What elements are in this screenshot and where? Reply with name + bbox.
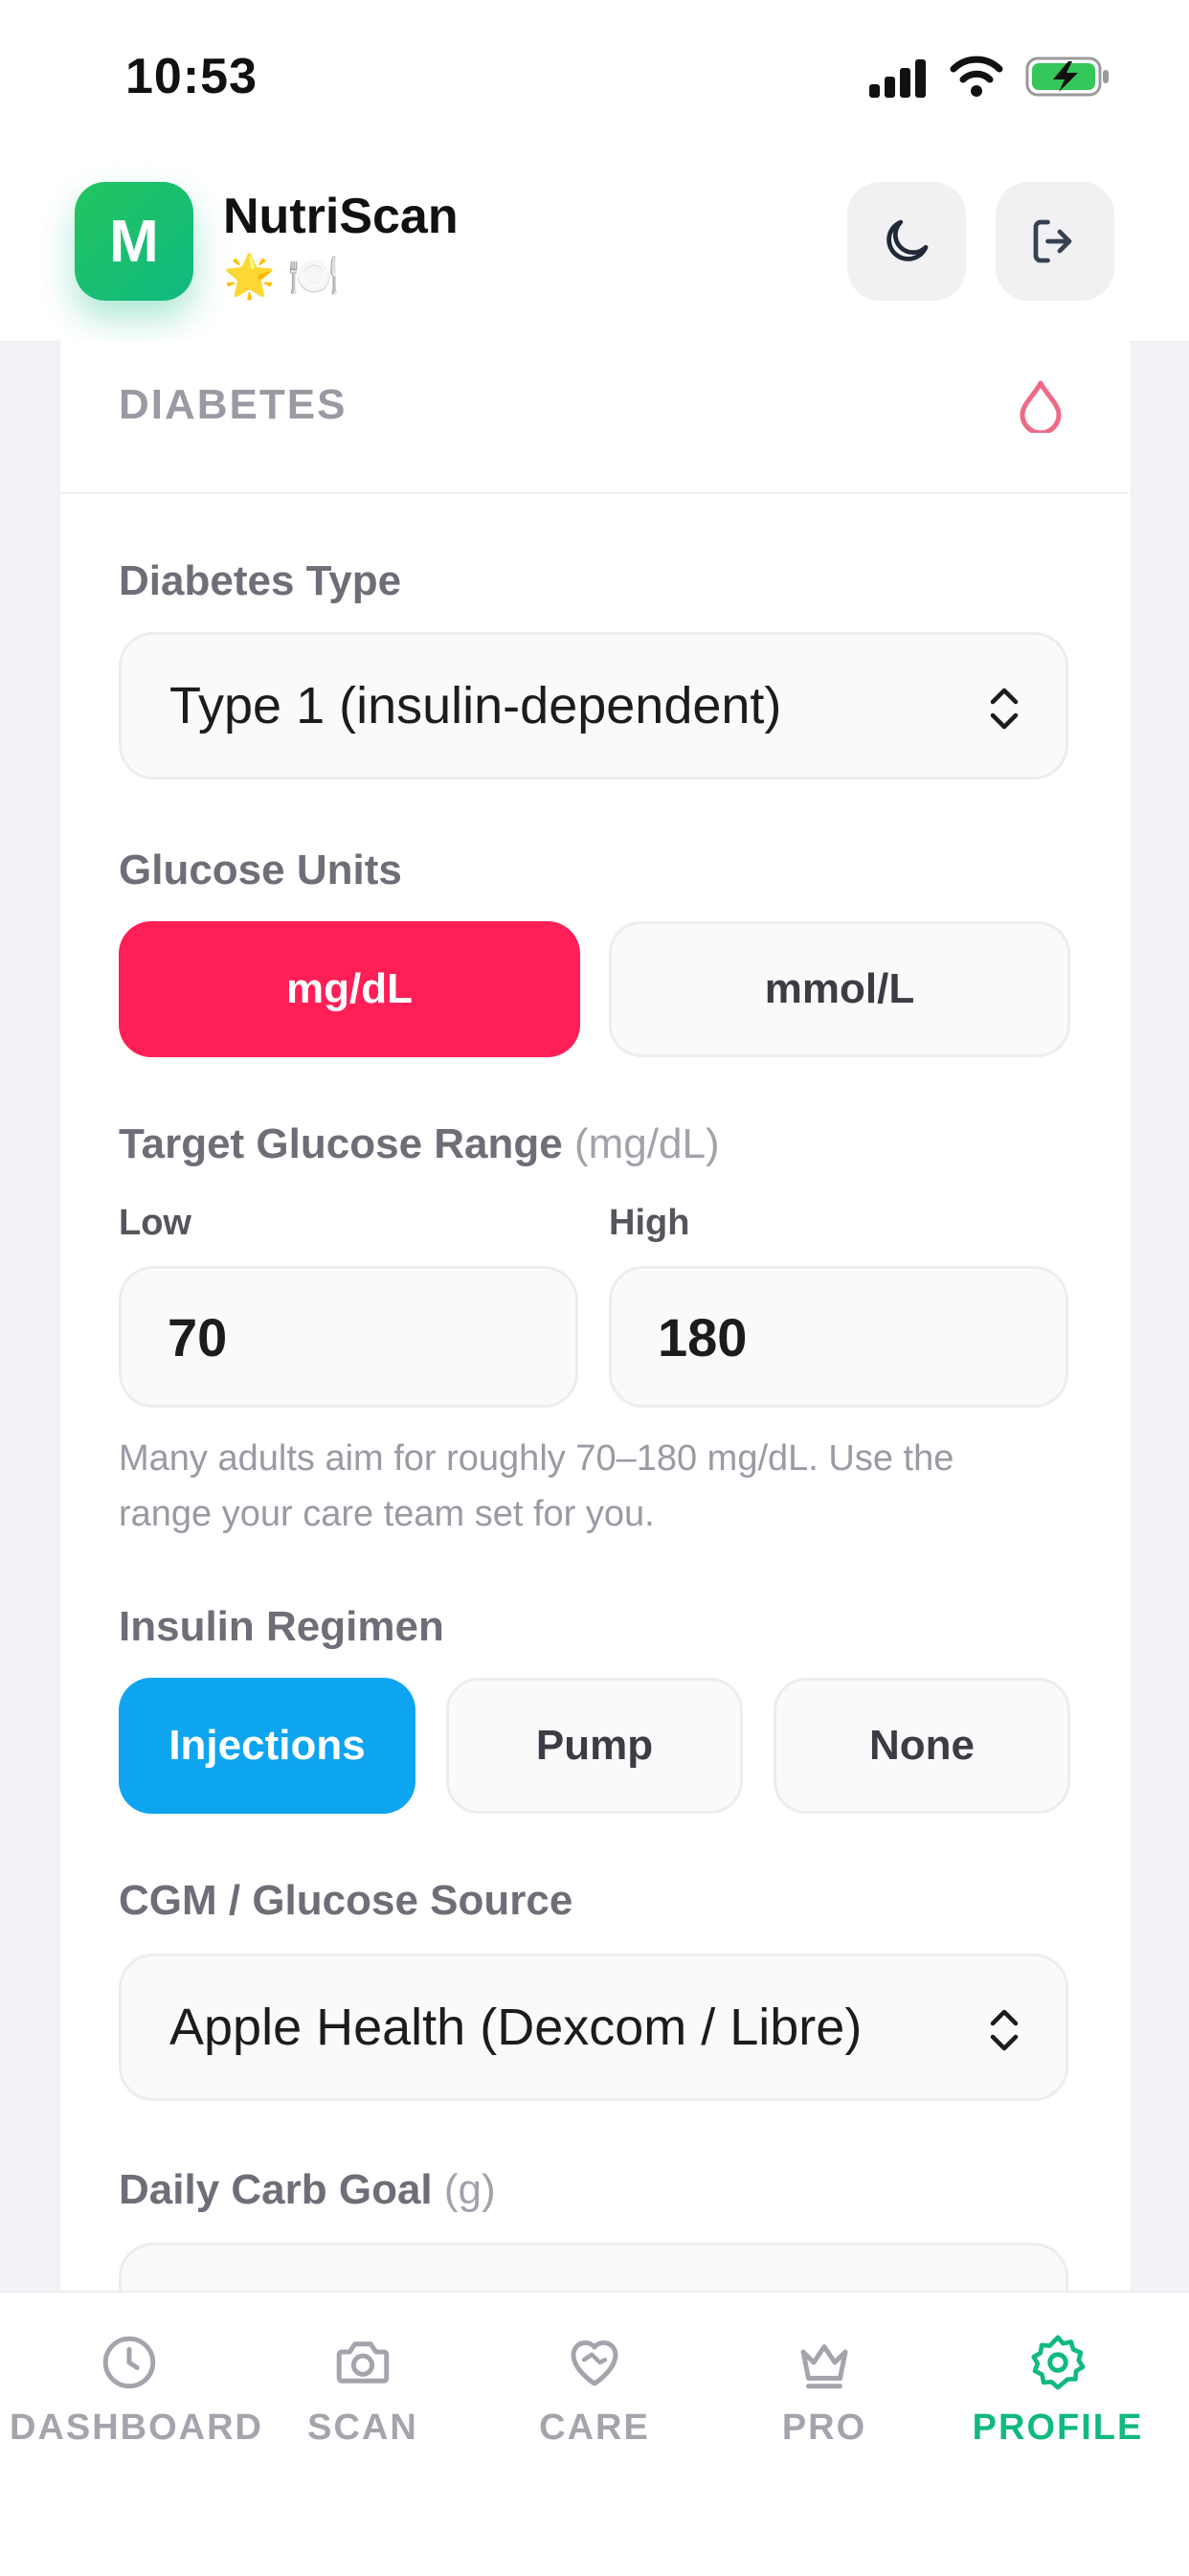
low-label: Low — [119, 1203, 191, 1243]
tab-dashboard[interactable]: DASHBOARD — [10, 2331, 263, 2474]
target-range-title: Target Glucose Range — [119, 1120, 563, 1167]
chevron-updown-icon — [990, 2009, 1019, 2051]
insulin-regimen-label: Insulin Regimen — [119, 1603, 444, 1650]
gear-icon — [1031, 2335, 1086, 2390]
high-label: High — [609, 1203, 690, 1243]
diabetes-type-value: Type 1 (insulin-dependent) — [169, 677, 782, 734]
high-glucose-input[interactable]: 180 — [609, 1266, 1068, 1408]
heart-handshake-icon — [571, 2339, 618, 2386]
chevron-updown-icon — [990, 688, 1019, 730]
cgm-source-value: Apple Health (Dexcom / Libre) — [169, 1999, 863, 2056]
cgm-source-label: CGM / Glucose Source — [119, 1877, 573, 1924]
tab-scan[interactable]: SCAN — [243, 2331, 482, 2474]
camera-icon — [336, 2341, 390, 2384]
tab-pro[interactable]: PRO — [705, 2331, 944, 2474]
section-divider — [59, 492, 1130, 494]
app-emoji-badges: 🌟 🍽️ — [223, 253, 340, 300]
glucose-units-label: Glucose Units — [119, 847, 402, 893]
status-time: 10:53 — [125, 49, 258, 104]
battery-charging-icon — [1025, 56, 1109, 97]
blood-drop-icon — [1020, 380, 1062, 433]
target-range-unit: (mg/dL) — [573, 1120, 720, 1167]
logout-icon — [1033, 219, 1072, 263]
tab-profile-label: PROFILE — [972, 2407, 1144, 2448]
clock-icon — [102, 2336, 156, 2389]
tab-profile[interactable]: PROFILE — [938, 2331, 1178, 2474]
unit-option-mmoll[interactable]: mmol/L — [609, 921, 1070, 1057]
low-glucose-input[interactable]: 70 — [119, 1266, 578, 1408]
tab-dashboard-label: DASHBOARD — [10, 2407, 263, 2448]
app-title: NutriScan — [223, 189, 459, 244]
target-range-label: Target Glucose Range (mg/dL) — [119, 1120, 720, 1168]
cellular-signal-icon — [869, 59, 926, 98]
regimen-option-injections[interactable]: Injections — [119, 1678, 415, 1814]
diabetes-type-label: Diabetes Type — [119, 557, 402, 604]
regimen-option-pump[interactable]: Pump — [446, 1678, 743, 1814]
carb-goal-label: Daily Carb Goal (g) — [119, 2166, 496, 2214]
app-logo: M — [75, 182, 193, 301]
unit-option-mgdl[interactable]: mg/dL — [119, 921, 580, 1057]
tab-care[interactable]: CARE — [475, 2331, 714, 2474]
carb-goal-unit: (g) — [443, 2166, 496, 2213]
diabetes-type-select[interactable]: Type 1 (insulin-dependent) — [119, 632, 1068, 780]
cgm-source-select[interactable]: Apple Health (Dexcom / Libre) — [119, 1954, 1068, 2101]
moon-icon — [886, 219, 929, 261]
target-range-helper-text: Many adults aim for roughly 70–180 mg/dL… — [119, 1438, 954, 1534]
tab-pro-label: PRO — [781, 2407, 867, 2448]
dark-mode-toggle-button[interactable] — [847, 182, 966, 301]
section-title: DIABETES — [119, 381, 348, 428]
regimen-option-none[interactable]: None — [774, 1678, 1070, 1814]
logout-button[interactable] — [996, 182, 1114, 301]
tab-scan-label: SCAN — [307, 2407, 418, 2448]
carb-goal-title: Daily Carb Goal — [119, 2166, 433, 2213]
wifi-icon — [950, 56, 1003, 97]
tab-care-label: CARE — [539, 2407, 650, 2448]
crown-icon — [800, 2344, 848, 2389]
